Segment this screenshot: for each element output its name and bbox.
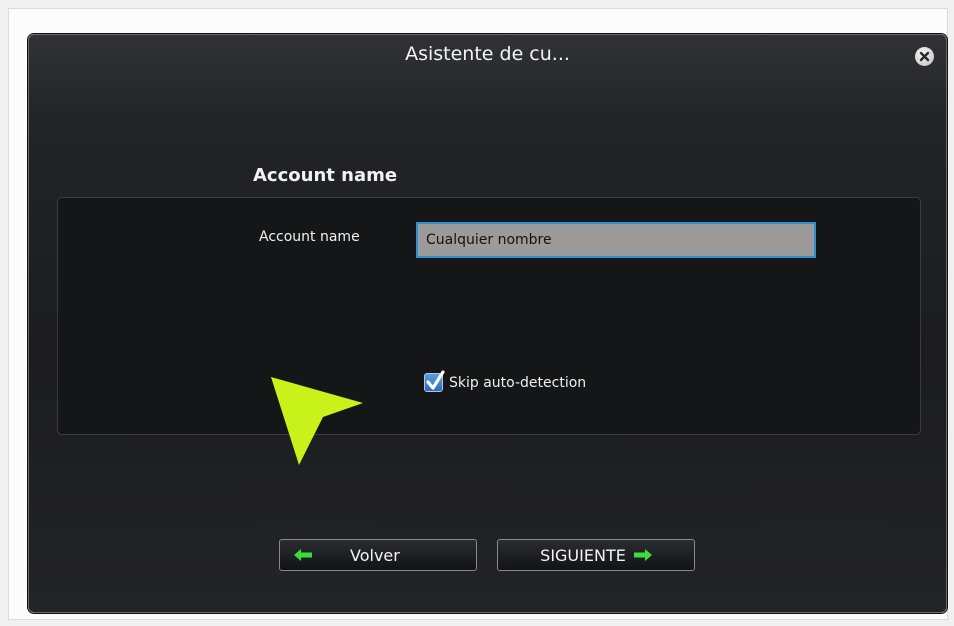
section-heading: Account name (253, 165, 398, 186)
close-button[interactable] (915, 47, 934, 66)
arrow-right-icon (633, 549, 652, 561)
skip-autodetect-checkbox[interactable] (424, 370, 445, 392)
form-panel: Account name Skip auto-detection (57, 197, 921, 435)
window-title: Asistente de cu... (405, 43, 570, 65)
skip-autodetect-option[interactable]: Skip auto-detection (424, 370, 587, 392)
account-wizard-dialog: Asistente de cu... Account name Account … (28, 34, 947, 613)
arrow-left-icon (294, 549, 312, 561)
pointer-arrow-icon (271, 377, 363, 465)
close-icon (919, 51, 930, 62)
account-name-label: Account name (259, 229, 360, 245)
skip-autodetect-label: Skip auto-detection (449, 374, 587, 391)
title-bar[interactable]: Asistente de cu... (29, 35, 946, 89)
back-button[interactable]: Volver (279, 539, 477, 571)
next-button[interactable]: SIGUIENTE (497, 539, 695, 571)
checkmark-icon (426, 370, 445, 390)
account-name-input[interactable] (416, 222, 816, 258)
back-button-label: Volver (350, 545, 400, 565)
next-button-label: SIGUIENTE (540, 545, 626, 565)
